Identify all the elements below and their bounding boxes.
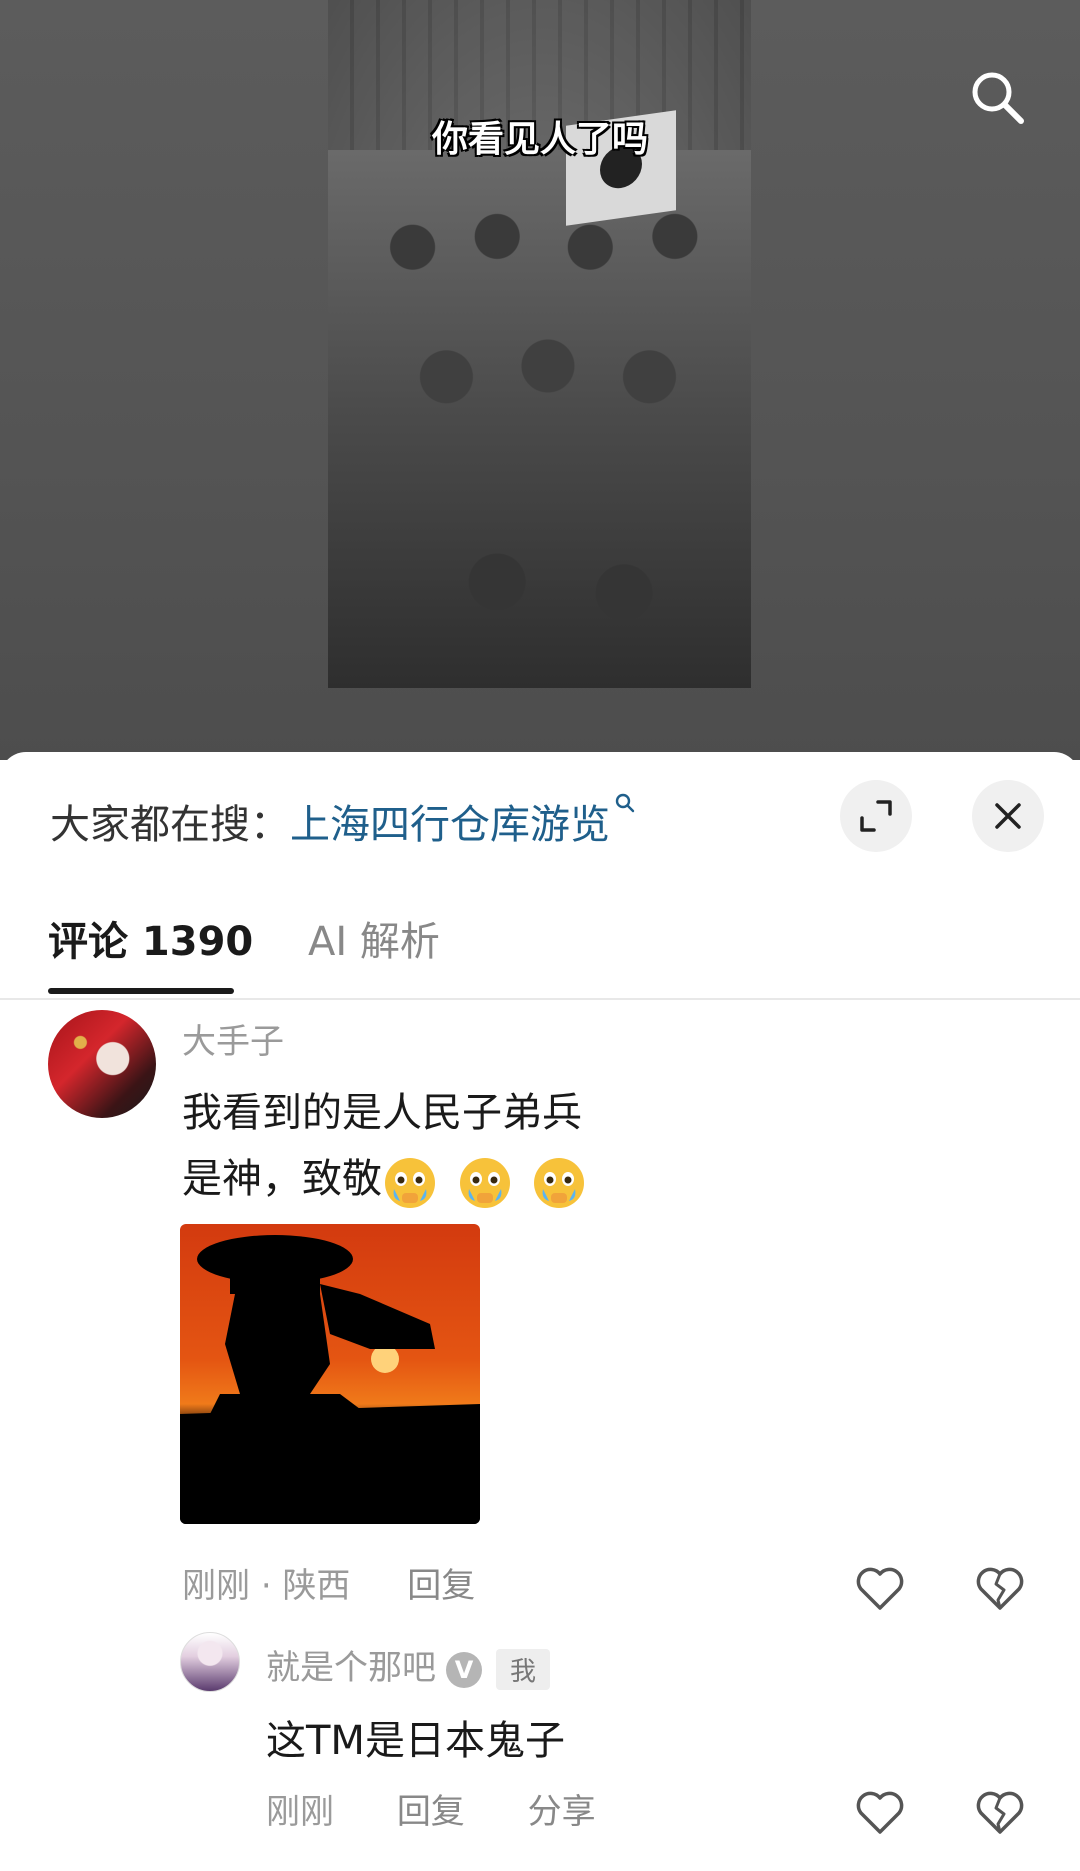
tab-comments[interactable]: 评论 1390 [48,892,253,996]
reply-reply-button[interactable]: 回复 [397,1792,465,1832]
tab-ai-analysis[interactable]: AI 解析 [308,892,440,996]
divider [0,998,1080,1000]
reply-author-row: 就是个那吧 V 我 [266,1640,551,1690]
reply-button[interactable]: 回复 [407,1566,475,1606]
reply-text: 这TM是日本鬼子 [266,1718,565,1764]
reply-avatar[interactable] [180,1632,240,1692]
tab-bar: 评论 1390 AI 解析 [0,892,1080,998]
avatar[interactable] [48,1010,156,1118]
heart-icon [856,1791,904,1834]
heart-icon [856,1567,904,1610]
reply-time: 刚刚 [266,1792,334,1832]
expand-icon [860,800,892,832]
reply-like-button[interactable] [852,1784,908,1840]
small-search-icon [615,793,635,813]
active-tab-indicator [48,988,234,994]
dislike-button[interactable] [972,1560,1028,1616]
crying-emoji-icon [385,1158,435,1208]
meta-dot: · [260,1566,272,1606]
comment-time: 刚刚 [182,1566,250,1606]
comment-text-line-1: 我看到的是人民子弟兵 [182,1090,582,1136]
video-frame [328,0,751,688]
video-player[interactable]: 你看见人了吗 [0,0,1080,760]
share-button[interactable]: 分享 [528,1792,596,1832]
close-button[interactable] [972,780,1044,852]
saluting-soldier-silhouette [180,1235,480,1524]
crying-emoji-icon [534,1158,585,1208]
reply-dislike-button[interactable] [972,1784,1028,1840]
verified-badge: V [446,1651,482,1688]
soldiers-photo [328,150,751,688]
comment-text: 我看到的是人民子弟兵 是神，致敬 [182,1080,593,1214]
hot-search-keyword[interactable]: 上海四行仓库游览 [290,802,610,848]
comment-sheet: 大家都在搜：上海四行仓库游览 评论 1390 AI 解析 大手子 我看到的是人民… [0,752,1080,1871]
emoji-row [382,1148,593,1214]
comment-location: 陕西 [282,1566,351,1606]
comment-text-line-2-text: 是神，致敬 [182,1156,382,1202]
hot-search-bar[interactable]: 大家都在搜：上海四行仓库游览 [50,792,636,850]
broken-heart-icon [976,1791,1024,1834]
expand-button[interactable] [840,780,912,852]
reply-author[interactable]: 就是个那吧 [266,1648,436,1688]
like-button[interactable] [852,1560,908,1616]
comment-text-line-2: 是神，致敬 [182,1146,593,1214]
comment-author[interactable]: 大手子 [182,1014,284,1063]
hot-search-prefix: 大家都在搜： [50,802,290,848]
crying-emoji-icon [459,1158,510,1208]
video-caption: 你看见人了吗 [431,119,648,160]
comment-meta: 刚刚 · 陕西 回复 [182,1558,475,1607]
close-icon [995,803,1021,829]
reply-meta: 刚刚 回复 分享 [266,1784,596,1833]
broken-heart-icon [976,1567,1024,1610]
search-icon [972,72,1024,124]
search-button[interactable] [962,62,1032,132]
me-tag: 我 [496,1649,551,1690]
comment-image[interactable] [180,1224,480,1524]
